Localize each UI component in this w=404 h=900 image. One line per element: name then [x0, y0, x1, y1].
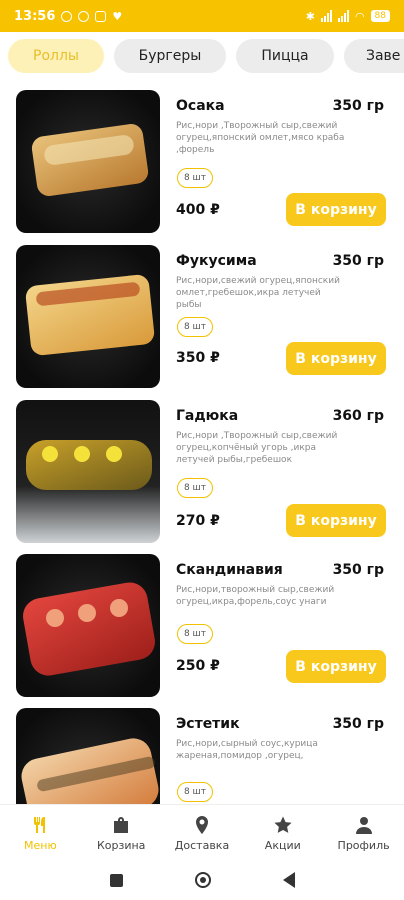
- product-price: 350 ₽: [176, 350, 220, 366]
- product-name: Фукусима: [176, 253, 257, 269]
- status-bar: 13:56 ♥ ✱ ◠ 88: [0, 0, 404, 32]
- product-description: Рис,нори ,Творожный сыр,свежий огурец,ко…: [176, 431, 338, 465]
- message-icon: [95, 10, 107, 22]
- product-name: Эстетик: [176, 716, 240, 732]
- bottom-navigation: Меню Корзина Доставка Акции Профиль: [0, 804, 404, 861]
- product-price: 250 ₽: [176, 658, 220, 674]
- tab-burgers[interactable]: Бургеры: [114, 39, 226, 73]
- nav-label: Корзина: [96, 839, 146, 852]
- system-nav-bar: [0, 860, 404, 900]
- tab-pizza[interactable]: Пицца: [236, 39, 334, 73]
- nav-label: Профиль: [337, 839, 390, 852]
- tab-rolls[interactable]: Роллы: [8, 39, 104, 73]
- nav-label: Меню: [24, 839, 57, 852]
- product-weight: 350 гр: [332, 98, 384, 114]
- status-time: 13:56: [14, 8, 56, 24]
- add-to-cart-button[interactable]: В корзину: [286, 342, 386, 375]
- bluetooth-icon: ✱: [305, 9, 315, 23]
- product-card[interactable]: Гадюка 360 гр Рис,нори ,Творожный сыр,св…: [0, 400, 404, 545]
- back-icon[interactable]: [282, 872, 295, 888]
- product-card[interactable]: Фукусима 350 гр Рис,нори,свежий огурец,я…: [0, 245, 404, 390]
- alarm-icon: [61, 10, 73, 22]
- product-image: [16, 554, 160, 697]
- app-notification-icon: [78, 10, 90, 22]
- add-to-cart-button[interactable]: В корзину: [286, 504, 386, 537]
- product-weight: 360 гр: [332, 408, 384, 424]
- heart-icon: ♥: [112, 9, 123, 23]
- product-name: Скандинавия: [176, 562, 283, 578]
- nav-promotions[interactable]: Акции: [242, 805, 323, 861]
- bag-icon: [110, 814, 132, 836]
- product-price: 270 ₽: [176, 513, 220, 529]
- product-image: [16, 90, 160, 233]
- nav-delivery[interactable]: Доставка: [162, 805, 243, 861]
- wifi-icon: ◠: [354, 9, 365, 23]
- nav-menu[interactable]: Меню: [0, 805, 81, 861]
- recent-apps-icon[interactable]: [109, 873, 123, 887]
- product-name: Гадюка: [176, 408, 239, 424]
- add-to-cart-button[interactable]: В корзину: [286, 650, 386, 683]
- home-icon[interactable]: [194, 872, 211, 888]
- product-weight: 350 гр: [332, 716, 384, 732]
- nav-profile[interactable]: Профиль: [323, 805, 404, 861]
- product-weight: 350 гр: [332, 253, 384, 269]
- battery-indicator: 88: [370, 10, 390, 22]
- product-price: 400 ₽: [176, 202, 220, 218]
- nav-cart[interactable]: Корзина: [81, 805, 162, 861]
- quantity-badge: 8 шт: [177, 478, 213, 498]
- product-description: Рис,нори,свежий огурец,японский омлет,гр…: [176, 276, 340, 310]
- product-description: Рис,нори,сырный соус,курица жареная,поми…: [176, 739, 318, 761]
- location-pin-icon: [191, 814, 213, 836]
- category-tabs: Роллы Бургеры Пицца Заве: [0, 36, 404, 76]
- product-description: Рис,нори ,Творожный сыр,свежий огурец,яп…: [176, 121, 345, 155]
- star-icon: [272, 814, 294, 836]
- quantity-badge: 8 шт: [177, 782, 213, 802]
- product-description: Рис,нори,творожный сыр,свежий огурец,икр…: [176, 585, 335, 607]
- product-card[interactable]: Скандинавия 350 гр Рис,нори,творожный сы…: [0, 554, 404, 699]
- signal-icon: [320, 10, 332, 22]
- product-card[interactable]: Осака 350 гр Рис,нори ,Творожный сыр,све…: [0, 90, 404, 235]
- cutlery-icon: [29, 814, 51, 836]
- person-icon: [353, 814, 375, 836]
- product-image: [16, 400, 160, 543]
- signal-icon-2: [337, 10, 349, 22]
- product-image: [16, 245, 160, 388]
- quantity-badge: 8 шт: [177, 168, 213, 188]
- quantity-badge: 8 шт: [177, 317, 213, 337]
- nav-label: Доставка: [174, 839, 230, 852]
- add-to-cart-button[interactable]: В корзину: [286, 193, 386, 226]
- quantity-badge: 8 шт: [177, 624, 213, 644]
- product-name: Осака: [176, 98, 225, 114]
- product-weight: 350 гр: [332, 562, 384, 578]
- tab-more[interactable]: Заве: [344, 39, 404, 73]
- nav-label: Акции: [264, 839, 301, 852]
